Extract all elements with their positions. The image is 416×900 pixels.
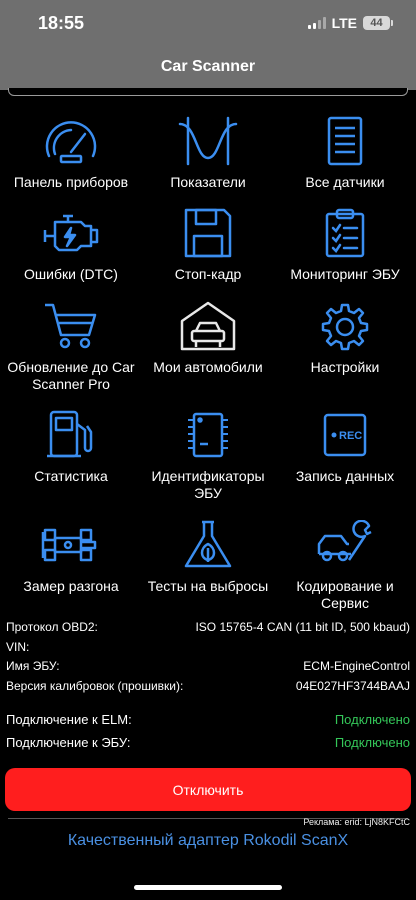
tile-label: Мониторинг ЭБУ — [290, 266, 400, 282]
info-row-protocol: Протокол OBD2: ISO 15765-4 CAN (11 bit I… — [6, 620, 410, 640]
info-label: VIN: — [6, 639, 30, 654]
info-label: Имя ЭБУ: — [6, 659, 60, 673]
tile-label: Показатели — [170, 174, 246, 190]
battery-icon: 44 — [363, 16, 393, 30]
tile-label: Идентификаторы ЭБУ — [151, 468, 265, 501]
conn-label: Подключение к ELM: — [6, 712, 132, 727]
tile-label: Мои автомобили — [153, 359, 263, 375]
tile-ecu-ids[interactable]: Идентификаторы ЭБУ — [139, 410, 277, 502]
dashboard-gauge-icon — [45, 121, 97, 164]
tile-label: Статистика — [34, 468, 108, 484]
fuel-pump-icon — [47, 410, 93, 458]
flask-leaf-icon — [184, 520, 232, 568]
tile-ecu-monitoring[interactable]: Мониторинг ЭБУ — [276, 208, 414, 283]
conn-status: Подключено — [334, 735, 410, 750]
info-value: 04E027HF3744BAAJ — [295, 678, 410, 693]
tile-freeze-frame[interactable]: Стоп-кадр — [139, 208, 277, 283]
tile-label: Замер разгона — [23, 578, 119, 594]
tile-my-cars[interactable]: Мои автомобили — [139, 301, 277, 376]
tile-label: Настройки — [310, 359, 380, 375]
info-value: ECM-EngineControl — [303, 659, 410, 673]
info-label: Протокол OBD2: — [6, 620, 98, 634]
tile-statistics[interactable]: Статистика — [2, 410, 140, 485]
tile-label: Панель приборов — [13, 174, 129, 190]
tile-coding-service[interactable]: Кодирование и Сервис — [276, 520, 414, 612]
tile-label: Кодирование и Сервис — [296, 578, 394, 611]
tile-label: Обновление до Car Scanner Pro — [7, 359, 135, 392]
rec-label: REC — [339, 430, 362, 442]
garage-car-icon — [180, 301, 236, 351]
tile-dtc[interactable]: Ошибки (DTC) — [2, 208, 140, 283]
tile-acceleration[interactable]: Замер разгона — [2, 520, 140, 595]
floppy-disk-icon — [184, 208, 232, 258]
shopping-cart-icon — [45, 303, 97, 349]
info-row-calibration: Версия калибровок (прошивки): 04E027HF37… — [6, 679, 410, 699]
clipboard-check-icon — [325, 208, 365, 258]
info-value: ISO 15765-4 CAN (11 bit ID, 500 kbaud) — [195, 620, 410, 634]
conn-status: Подключено — [334, 712, 410, 727]
info-row-ecu-name: Имя ЭБУ: ECM-EngineControl — [6, 659, 410, 679]
tile-upgrade-pro[interactable]: Обновление до Car Scanner Pro — [2, 301, 140, 393]
connection-status: Подключение к ELM: Подключено Подключени… — [6, 712, 410, 758]
tile-label: Ошибки (DTC) — [24, 266, 118, 282]
info-label: Версия калибровок (прошивки): — [6, 678, 184, 693]
conn-row-ecu: Подключение к ЭБУ: Подключено — [6, 735, 410, 758]
tile-label: Тесты на выбросы — [147, 578, 269, 594]
ad-tag: Реклама: erid: LjN8KFCtC — [303, 817, 410, 827]
checklist-icon — [327, 116, 363, 166]
home-indicator[interactable] — [134, 885, 282, 890]
conn-row-elm: Подключение к ELM: Подключено — [6, 712, 410, 735]
gear-icon — [321, 303, 369, 351]
race-car-icon — [41, 528, 97, 562]
ecu-info: Протокол OBD2: ISO 15765-4 CAN (11 bit I… — [6, 620, 410, 698]
ad-link[interactable]: Качественный адаптер Rokodil ScanX — [0, 832, 416, 850]
chip-icon — [188, 412, 228, 458]
conn-label: Подключение к ЭБУ: — [6, 735, 131, 750]
record-icon: REC — [323, 413, 367, 457]
sine-wave-icon — [178, 116, 238, 166]
info-row-vin: VIN: — [6, 640, 410, 660]
tile-label: Запись данных — [295, 468, 395, 484]
engine-icon — [43, 214, 99, 252]
tile-data-recording[interactable]: REC Запись данных — [276, 410, 414, 485]
tile-all-sensors[interactable]: Все датчики — [276, 116, 414, 191]
tile-emission-tests[interactable]: Тесты на выбросы — [139, 520, 277, 595]
car-wrench-icon — [317, 520, 372, 562]
status-bar: 18:55 LTE 44 — [0, 0, 416, 46]
network-type: LTE — [331, 15, 357, 31]
tile-label: Стоп-кадр — [174, 266, 242, 282]
page-title: Car Scanner — [160, 58, 256, 75]
disconnect-button[interactable]: Отключить — [5, 768, 411, 811]
status-indicators: LTE 44 — [307, 15, 393, 31]
status-time: 18:55 — [38, 13, 85, 33]
tile-settings[interactable]: Настройки — [276, 301, 414, 376]
tile-dashboard[interactable]: Панель приборов — [2, 116, 140, 191]
tile-indicators[interactable]: Показатели — [139, 116, 277, 191]
signal-icon — [307, 17, 326, 29]
tile-label: Все датчики — [305, 174, 385, 190]
nav-bar: Car Scanner — [0, 46, 416, 96]
nav-divider — [8, 88, 408, 96]
